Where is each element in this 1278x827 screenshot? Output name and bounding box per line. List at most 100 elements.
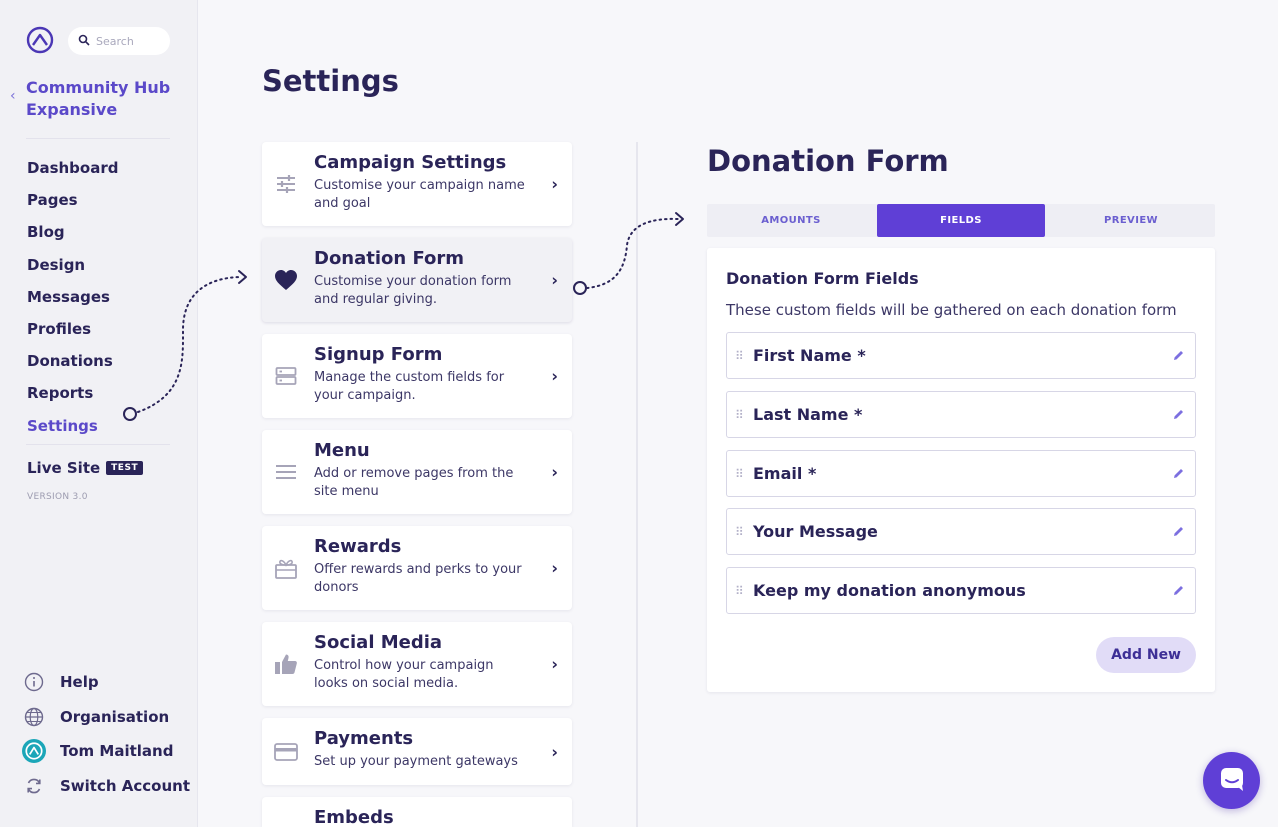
card-description: Manage the custom fields for your campai…	[314, 370, 505, 403]
card-title: Rewards	[314, 536, 402, 557]
field-label: Email *	[753, 464, 817, 483]
card-description: Offer rewards and perks to your donors	[314, 562, 522, 595]
live-site-link[interactable]: Live Site TEST	[27, 459, 144, 477]
sliders-icon	[274, 172, 298, 196]
field-label: Keep my donation anonymous	[753, 581, 1026, 600]
chat-launcher-button[interactable]	[1203, 752, 1260, 809]
settings-card-payments[interactable]: Payments Set up your payment gateways ›	[262, 718, 572, 785]
chevron-right-icon: ›	[551, 654, 558, 674]
user-profile-link[interactable]: Tom Maitland	[22, 734, 190, 769]
version-label: VERSION 3.0	[27, 492, 88, 502]
organisation-label: Organisation	[60, 707, 170, 726]
heart-icon	[274, 268, 298, 292]
form-field-row[interactable]: ⠿ Email *	[726, 450, 1196, 497]
switch-icon	[22, 774, 46, 798]
switch-account-label: Switch Account	[60, 776, 190, 795]
page-title: Settings	[262, 64, 399, 98]
settings-card-menu[interactable]: Menu Add or remove pages from the site m…	[262, 430, 572, 514]
back-chevron-icon[interactable]: ‹	[10, 88, 16, 104]
drag-handle-icon[interactable]: ⠿	[727, 408, 753, 422]
organisation-name[interactable]: Community Hub Expansive	[26, 77, 186, 121]
donation-form-tabs: AMOUNTS FIELDS PREVIEW	[707, 204, 1215, 237]
nav-item-settings[interactable]: Settings	[27, 410, 118, 442]
form-field-row[interactable]: ⠿ Keep my donation anonymous	[726, 567, 1196, 614]
field-label: Last Name *	[753, 405, 863, 424]
settings-card-social-media[interactable]: Social Media Control how your campaign l…	[262, 622, 572, 706]
test-badge: TEST	[106, 461, 144, 475]
help-link[interactable]: Help	[22, 665, 190, 700]
card-title: Donation Form	[314, 248, 465, 269]
fields-card-description: These custom fields will be gathered on …	[726, 301, 1177, 319]
chevron-right-icon: ›	[551, 174, 558, 194]
pencil-icon[interactable]	[1161, 584, 1195, 597]
fields-card: Donation Form Fields These custom fields…	[707, 248, 1215, 692]
settings-card-signup-form[interactable]: Signup Form Manage the custom fields for…	[262, 334, 572, 418]
card-title: Embeds	[314, 807, 394, 827]
tab-amounts[interactable]: AMOUNTS	[707, 204, 875, 237]
chat-icon	[1218, 765, 1246, 797]
tab-fields[interactable]: FIELDS	[877, 204, 1045, 237]
nav-item-reports[interactable]: Reports	[27, 377, 118, 409]
add-new-button[interactable]: Add New	[1096, 637, 1196, 673]
divider	[26, 138, 170, 139]
nav-item-messages[interactable]: Messages	[27, 281, 118, 313]
form-field-row[interactable]: ⠿ Last Name *	[726, 391, 1196, 438]
settings-card-donation-form[interactable]: Donation Form Customise your donation fo…	[262, 238, 572, 322]
menu-icon	[274, 460, 298, 484]
card-description: Add or remove pages from the site menu	[314, 466, 514, 499]
pencil-icon[interactable]	[1161, 408, 1195, 421]
card-description: Set up your payment gateways	[314, 754, 518, 769]
settings-card-embeds[interactable]: Embeds	[262, 797, 572, 827]
sidebar: ‹ Community Hub Expansive Dashboard Page…	[0, 0, 198, 827]
chevron-right-icon: ›	[551, 558, 558, 578]
nav-item-blog[interactable]: Blog	[27, 216, 118, 248]
drag-handle-icon[interactable]: ⠿	[727, 349, 753, 363]
column-divider	[636, 142, 642, 827]
panel-title: Donation Form	[707, 144, 949, 178]
search-box[interactable]	[68, 27, 170, 55]
pencil-icon[interactable]	[1161, 349, 1195, 362]
gift-icon	[274, 556, 298, 580]
pencil-icon[interactable]	[1161, 467, 1195, 480]
card-title: Signup Form	[314, 344, 443, 365]
field-label: First Name *	[753, 346, 866, 365]
field-label: Your Message	[753, 522, 878, 541]
search-icon	[78, 34, 90, 49]
nav-item-donations[interactable]: Donations	[27, 345, 118, 377]
chevron-right-icon: ›	[551, 462, 558, 482]
nav-item-profiles[interactable]: Profiles	[27, 313, 118, 345]
card-title: Social Media	[314, 632, 443, 653]
nav-item-pages[interactable]: Pages	[27, 184, 118, 216]
thumbs-up-icon	[274, 652, 298, 676]
drag-handle-icon[interactable]: ⠿	[727, 525, 753, 539]
fields-card-title: Donation Form Fields	[726, 269, 919, 288]
avatar	[22, 739, 46, 764]
organisation-link[interactable]: Organisation	[22, 700, 190, 735]
main-nav: Dashboard Pages Blog Design Messages Pro…	[27, 152, 118, 442]
search-input[interactable]	[96, 34, 160, 48]
settings-card-rewards[interactable]: Rewards Offer rewards and perks to your …	[262, 526, 572, 610]
credit-card-icon	[274, 740, 298, 764]
chevron-right-icon: ›	[551, 742, 558, 761]
form-field-row[interactable]: ⠿ Your Message	[726, 508, 1196, 555]
card-description: Customise your campaign name and goal	[314, 178, 525, 211]
nav-item-dashboard[interactable]: Dashboard	[27, 152, 118, 184]
divider	[26, 444, 170, 445]
info-icon	[22, 670, 46, 694]
card-title: Menu	[314, 440, 370, 461]
logo-icon[interactable]	[26, 26, 54, 54]
globe-icon	[22, 705, 46, 729]
drag-handle-icon[interactable]: ⠿	[727, 467, 753, 481]
settings-card-campaign[interactable]: Campaign Settings Customise your campaig…	[262, 142, 572, 226]
bottom-nav: Help Organisation Tom Maitland Switch Ac…	[22, 665, 190, 803]
chevron-right-icon: ›	[551, 366, 558, 386]
tab-preview[interactable]: PREVIEW	[1047, 204, 1215, 237]
card-description: Control how your campaign looks on socia…	[314, 658, 494, 691]
pencil-icon[interactable]	[1161, 525, 1195, 538]
help-label: Help	[60, 673, 99, 692]
drag-handle-icon[interactable]: ⠿	[727, 584, 753, 598]
card-title: Payments	[314, 728, 414, 749]
form-field-row[interactable]: ⠿ First Name *	[726, 332, 1196, 379]
switch-account-link[interactable]: Switch Account	[22, 769, 190, 804]
nav-item-design[interactable]: Design	[27, 249, 118, 281]
